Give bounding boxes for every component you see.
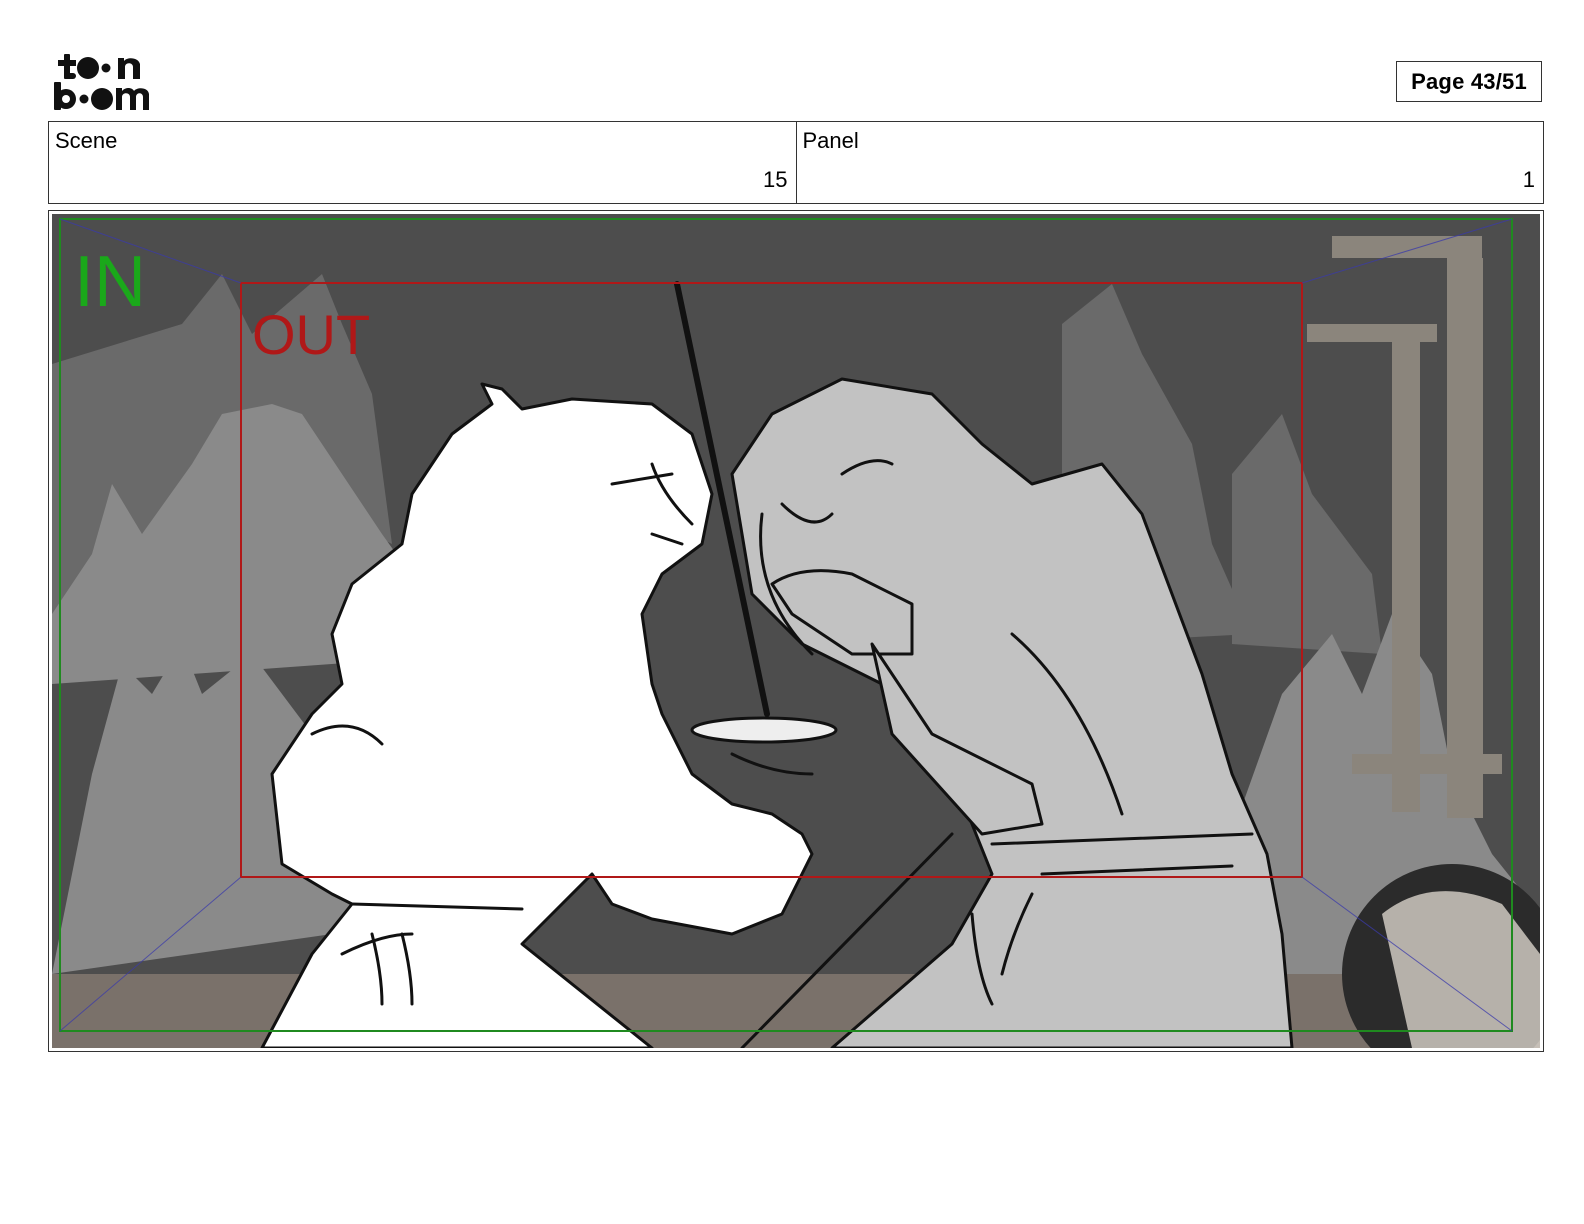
out-label: OUT — [252, 303, 370, 366]
storyboard-panel: IN OUT — [48, 210, 1544, 1052]
panel-label: Panel — [802, 128, 859, 153]
panel-cell: Panel 1 — [795, 122, 1544, 203]
scene-label: Scene — [55, 128, 118, 153]
panel-number: 1 — [1522, 167, 1535, 192]
scene-panel-table: Scene 15 Panel 1 — [48, 121, 1544, 204]
panel-artwork: IN OUT — [52, 214, 1540, 1048]
page-number: Page 43/51 — [1396, 61, 1542, 102]
toon-boom-logo — [52, 50, 166, 112]
scene-number: 15 — [763, 167, 788, 192]
in-label: IN — [74, 242, 146, 322]
scene-cell: Scene 15 — [49, 122, 796, 203]
